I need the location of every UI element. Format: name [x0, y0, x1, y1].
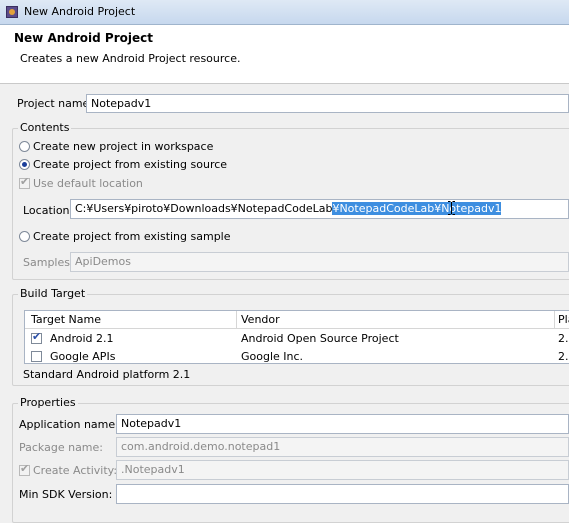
location-label: Location: [23, 204, 74, 217]
min-sdk-input[interactable] [116, 484, 569, 504]
properties-group-title: Properties [18, 396, 78, 409]
wizard-header: New Android Project Creates a new Androi… [0, 25, 569, 84]
platform-cell: 2.1 [558, 332, 569, 345]
eclipse-app-icon [6, 6, 18, 18]
create-from-sample-radio[interactable] [19, 231, 30, 242]
column-header-vendor[interactable]: Vendor [241, 313, 280, 326]
column-header-platform[interactable]: Pla [558, 313, 569, 326]
table-row[interactable]: Google APIs Google Inc. 2.1 [25, 348, 569, 366]
platform-cell: 2.1 [558, 350, 569, 363]
checkmark-icon: ✔ [20, 175, 30, 188]
table-header: Target Name Vendor Pla [25, 311, 569, 329]
location-path-text: C:¥Users¥piroto¥Downloads¥NotepadCodeLab [75, 202, 333, 215]
table-row[interactable]: ✔ Android 2.1 Android Open Source Projec… [25, 330, 569, 348]
samples-label: Samples: [23, 256, 74, 269]
target-checkbox[interactable] [31, 351, 42, 362]
column-divider[interactable] [236, 311, 237, 329]
vendor-cell: Google Inc. [241, 350, 304, 363]
vendor-cell: Android Open Source Project [241, 332, 399, 345]
create-from-existing-label[interactable]: Create project from existing source [33, 158, 227, 171]
window-title: New Android Project [24, 5, 136, 18]
create-activity-checkbox[interactable]: ✔ [19, 462, 30, 476]
application-name-label: Application name: [19, 418, 119, 431]
create-activity-input[interactable]: .Notepadv1 [116, 460, 569, 480]
build-target-table[interactable]: Target Name Vendor Pla ✔ Android 2.1 And… [24, 310, 569, 364]
build-target-group-title: Build Target [18, 287, 88, 300]
application-name-input[interactable]: Notepadv1 [116, 414, 569, 434]
create-new-project-radio[interactable] [19, 141, 30, 152]
target-name-cell: Google APIs [50, 350, 116, 363]
project-name-input[interactable]: Notepadv1 [86, 94, 569, 113]
package-name-input[interactable]: com.android.demo.notepad1 [116, 437, 569, 457]
target-checkbox[interactable]: ✔ [31, 330, 42, 344]
target-name-cell: Android 2.1 [50, 332, 114, 345]
column-header-target-name[interactable]: Target Name [31, 313, 101, 326]
location-path-selected-text: ¥NotepadCodeLab¥Notepadv1 [332, 202, 502, 215]
window-title-bar[interactable]: New Android Project [0, 0, 569, 25]
use-default-location-checkbox[interactable]: ✔ [19, 175, 30, 189]
create-activity-label: Create Activity: [33, 464, 118, 477]
package-name-label: Package name: [19, 441, 103, 454]
create-from-sample-label[interactable]: Create project from existing sample [33, 230, 231, 243]
contents-group-title: Contents [18, 121, 72, 134]
project-name-label: Project name: [17, 97, 94, 110]
location-input[interactable]: C:¥Users¥piroto¥Downloads¥NotepadCodeLab… [70, 199, 569, 219]
column-divider[interactable] [554, 311, 555, 329]
wizard-description: Creates a new Android Project resource. [20, 52, 241, 65]
use-default-location-label: Use default location [33, 177, 143, 190]
checkmark-icon: ✔ [32, 330, 42, 343]
create-new-project-label[interactable]: Create new project in workspace [33, 140, 213, 153]
checkmark-icon: ✔ [20, 462, 30, 475]
wizard-title: New Android Project [14, 31, 153, 45]
min-sdk-label: Min SDK Version: [19, 488, 113, 501]
samples-dropdown[interactable]: ApiDemos [70, 252, 569, 272]
text-cursor-icon [448, 201, 455, 215]
create-from-existing-radio[interactable] [19, 159, 30, 170]
build-target-status: Standard Android platform 2.1 [23, 368, 191, 381]
